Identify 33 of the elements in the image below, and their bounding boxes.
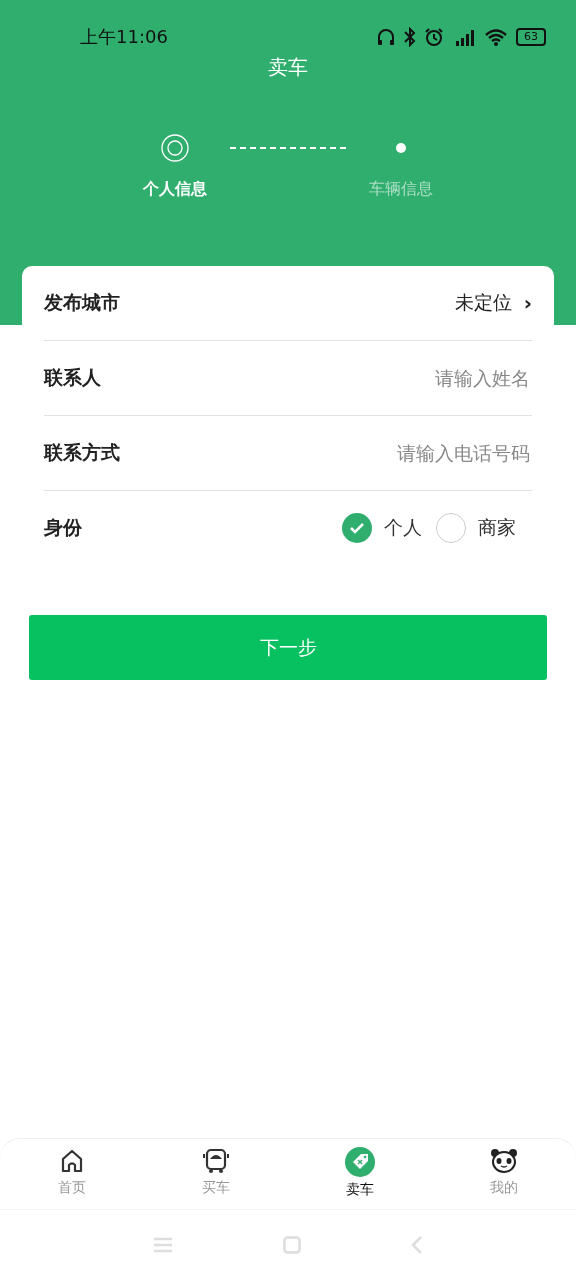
bluetooth-icon	[404, 27, 416, 47]
wifi-icon	[484, 27, 508, 47]
input-field[interactable]: 请输入电话号码	[308, 441, 532, 465]
alarm-icon	[424, 27, 444, 47]
step-label: 个人信息	[143, 179, 207, 200]
tab-item[interactable]: 我的	[432, 1147, 576, 1199]
home-button-icon[interactable]	[283, 1236, 301, 1254]
battery-indicator: 63	[516, 28, 546, 46]
radio-label: 商家	[478, 515, 516, 540]
input-field[interactable]: 请输入姓名	[308, 366, 532, 390]
tab-item[interactable]: 首页	[0, 1147, 144, 1199]
chevron-icon: ›	[523, 291, 532, 315]
current-step-icon	[160, 133, 190, 163]
field-label: 联系方式	[44, 440, 120, 465]
price-tag-icon	[345, 1147, 375, 1177]
panda-icon	[489, 1147, 519, 1175]
status-time: 上午11:06	[80, 25, 168, 49]
radio-button[interactable]	[342, 513, 372, 543]
radio-button[interactable]	[436, 513, 466, 543]
headphones-icon	[376, 27, 396, 47]
tab-item[interactable]: 买车	[144, 1147, 288, 1199]
field-label: 身份	[44, 515, 82, 540]
menu-icon[interactable]	[153, 1237, 173, 1253]
city-value[interactable]: 未定位	[454, 290, 512, 316]
page-title: 卖车	[268, 54, 308, 81]
next-button[interactable]: 下一步	[29, 615, 547, 680]
step-label: 车辆信息	[369, 179, 433, 200]
field-label: 联系人	[44, 365, 101, 390]
radio-label: 个人	[384, 515, 422, 540]
bus-icon	[201, 1147, 231, 1175]
back-icon[interactable]	[411, 1236, 423, 1254]
tab-item[interactable]: 卖车	[288, 1147, 432, 1199]
field-label: 发布城市	[44, 290, 120, 315]
